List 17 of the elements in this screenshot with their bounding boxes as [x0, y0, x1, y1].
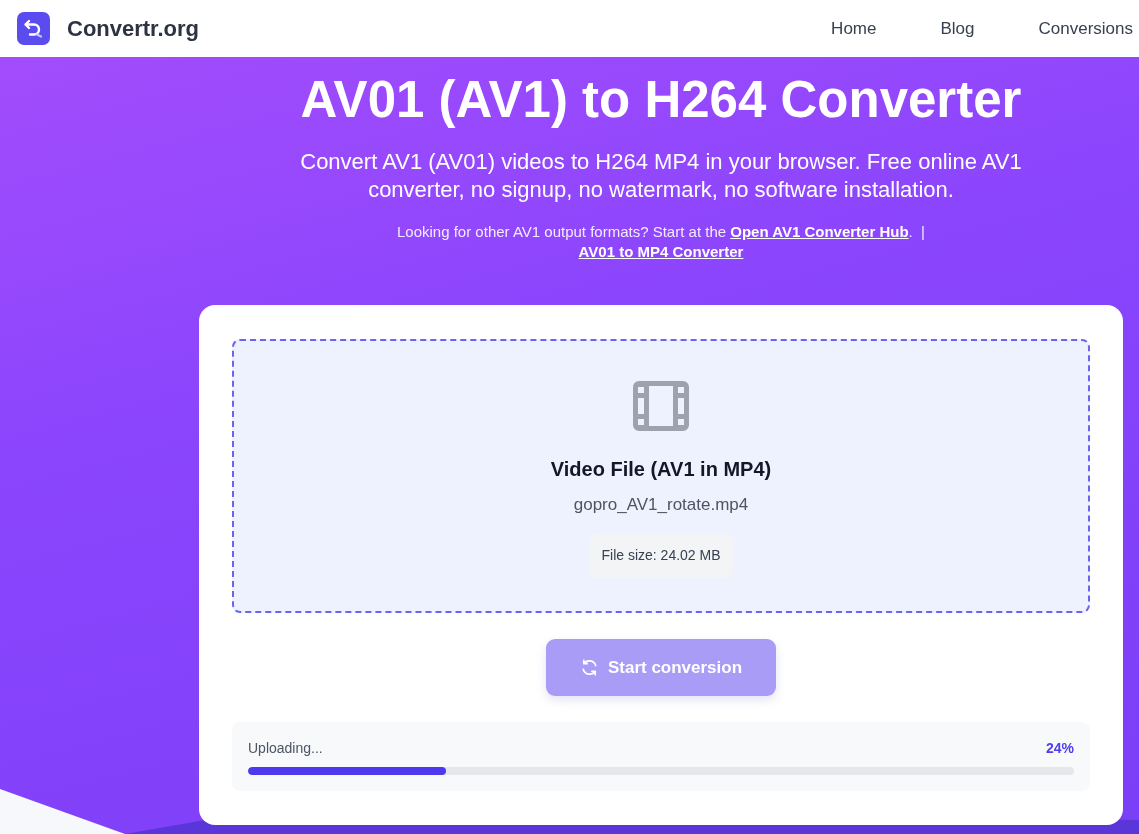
page-title: AV01 (AV1) to H264 Converter: [300, 70, 1022, 130]
progress-status: Uploading...: [248, 739, 323, 758]
brand-name[interactable]: Convertr.org: [67, 15, 200, 42]
hero-note: Looking for other AV1 output formats? Start at the Open AV1 Converter Hub. | AV01 to MP4 Converter: [396, 222, 926, 262]
file-type-label: Video File (AV1 in MP4): [550, 457, 772, 482]
nav-link[interactable]: Blog: [940, 18, 975, 39]
file-drop-zone[interactable]: Video File (AV1 in MP4) gopro_AV1_rotate.mp4 File size: 24.02 MB: [232, 339, 1090, 613]
film-icon: [633, 381, 689, 431]
file-size-label: File size: 24.02 MB: [589, 533, 733, 578]
file-name: gopro_AV1_rotate.mp4: [573, 494, 749, 516]
nav-link[interactable]: Conversions: [1038, 18, 1139, 39]
logo-icon[interactable]: [17, 12, 50, 45]
page-subtitle: Convert AV1 (AV01) videos to H264 MP4 in your browser. Free online AV1 converter, no signup, no watermark, no software installation.: [299, 148, 1023, 204]
nav-link[interactable]: Home: [831, 18, 877, 39]
converter-link[interactable]: AV01 to MP4 Converter: [578, 243, 744, 260]
converter-link[interactable]: Open AV1 Converter Hub: [730, 223, 909, 240]
progress-percent: 24%: [1045, 739, 1074, 758]
